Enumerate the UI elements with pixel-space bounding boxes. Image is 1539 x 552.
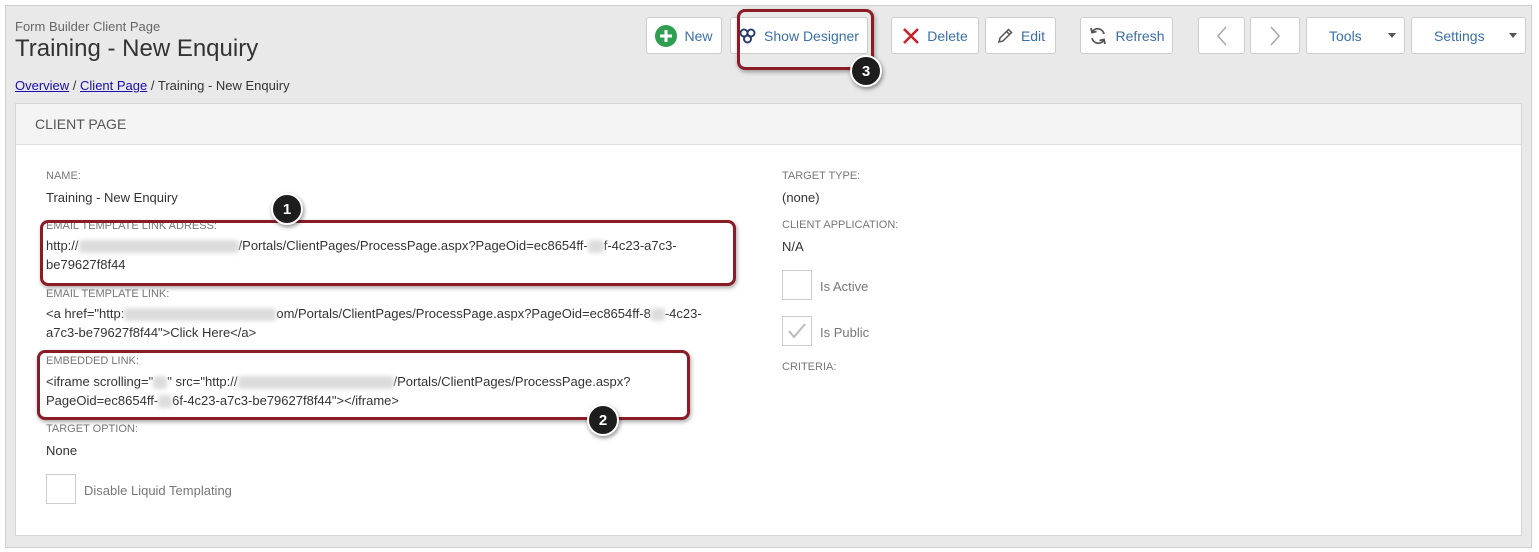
- client-application-label: CLIENT APPLICATION:: [782, 219, 899, 231]
- is-public-label: Is Public: [820, 325, 870, 340]
- next-button[interactable]: [1250, 17, 1300, 54]
- settings-dropdown[interactable]: Settings: [1411, 17, 1526, 54]
- target-option-label: TARGET OPTION:: [46, 423, 138, 435]
- breadcrumb: Overview / Client Page / Training - New …: [15, 78, 290, 93]
- edit-button-label: Edit: [1020, 27, 1046, 44]
- page-subtitle: Form Builder Client Page: [15, 19, 161, 34]
- target-type-value: (none): [782, 190, 820, 205]
- email-link-value: <a href="http: om/Portals/ClientPages/Pro…: [46, 304, 702, 342]
- criteria-label: CRITERIA:: [782, 361, 837, 373]
- edit-button[interactable]: Edit: [985, 17, 1056, 54]
- new-button[interactable]: New: [646, 17, 722, 54]
- checkmark-icon: [788, 323, 806, 339]
- panel-header: CLIENT PAGE: [16, 104, 1521, 145]
- breadcrumb-client-page[interactable]: Client Page: [80, 78, 147, 93]
- text-segment: om/Portals/ClientPages/ProcessPage.aspx?…: [276, 306, 651, 321]
- breadcrumb-current: Training - New Enquiry: [157, 78, 290, 93]
- breadcrumb-separator: /: [147, 78, 158, 93]
- chevron-right-icon: [1268, 25, 1282, 47]
- target-type-label: TARGET TYPE:: [782, 170, 861, 182]
- disable-liquid-checkbox[interactable]: [46, 474, 76, 504]
- delete-button[interactable]: Delete: [891, 17, 979, 54]
- chevron-left-icon: [1215, 25, 1229, 47]
- text-segment: -4c23-: [664, 306, 702, 321]
- tools-label: Tools: [1329, 27, 1362, 44]
- redacted-blur: [124, 308, 277, 322]
- previous-button[interactable]: [1198, 17, 1245, 54]
- name-value: Training - New Enquiry: [46, 190, 178, 205]
- client-application-value: N/A: [782, 239, 804, 254]
- page-title: Training - New Enquiry: [15, 35, 259, 62]
- client-page-panel: CLIENT PAGE NAME: Training - New Enquiry…: [15, 103, 1522, 536]
- name-label: NAME:: [46, 170, 81, 182]
- annotation-marker-2: 2: [587, 404, 619, 436]
- pencil-icon: [996, 27, 1014, 45]
- is-active-checkbox[interactable]: [782, 270, 812, 300]
- target-option-value: None: [46, 443, 78, 458]
- chevron-down-icon: [1509, 33, 1517, 38]
- chevron-down-icon: [1388, 33, 1396, 38]
- is-public-checkbox[interactable]: [782, 316, 812, 346]
- refresh-icon: [1088, 26, 1108, 46]
- text-segment: a7c3-be79627f8f44">Click Here</a>: [46, 325, 257, 340]
- delete-button-label: Delete: [927, 27, 968, 44]
- breadcrumb-overview[interactable]: Overview: [15, 78, 69, 93]
- text-segment: <a href="http:: [46, 306, 125, 321]
- close-icon: [902, 27, 920, 45]
- new-button-label: New: [684, 27, 713, 44]
- email-link-label: EMAIL TEMPLATE LINK:: [46, 288, 170, 300]
- refresh-button-label: Refresh: [1115, 27, 1165, 44]
- tools-dropdown[interactable]: Tools: [1306, 17, 1405, 54]
- redacted-blur: [650, 308, 665, 322]
- breadcrumb-separator: /: [69, 78, 81, 93]
- plus-circle-icon: [655, 24, 678, 47]
- annotation-marker-1: 1: [271, 193, 303, 225]
- refresh-button[interactable]: Refresh: [1080, 17, 1173, 54]
- settings-label: Settings: [1434, 27, 1485, 44]
- callout-box-1: [40, 220, 736, 286]
- disable-liquid-label: Disable Liquid Templating: [84, 483, 232, 498]
- is-active-label: Is Active: [820, 279, 869, 294]
- annotation-marker-3: 3: [850, 55, 882, 87]
